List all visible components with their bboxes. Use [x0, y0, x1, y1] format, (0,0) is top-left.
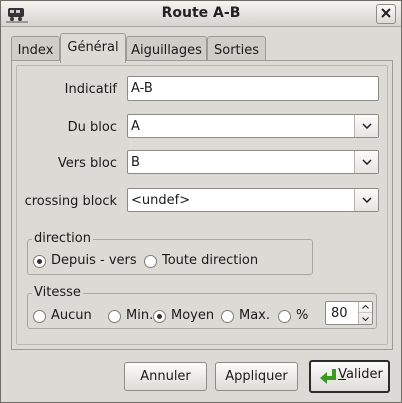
title-bar: Route A-B [1, 1, 401, 27]
spin-down-icon[interactable] [359, 313, 372, 324]
window-title: Route A-B [161, 5, 241, 21]
annuler-button[interactable]: Annuler [124, 362, 207, 391]
dialog-window: Route A-B Index Général Aiguillages Sort… [0, 0, 402, 403]
min-label: Min. [126, 308, 154, 323]
direction-group: direction Depuis - vers Toute direction [27, 231, 313, 275]
radio-min[interactable] [108, 310, 121, 323]
enter-arrow-icon [319, 367, 339, 385]
spin-buttons [358, 302, 372, 324]
du-bloc-label: Du bloc [67, 120, 117, 135]
vers-bloc-label: Vers bloc [57, 156, 117, 171]
tab-sorties[interactable]: Sorties [207, 36, 266, 61]
max-label: Max. [239, 308, 271, 323]
crossing-block-label: crossing block [24, 194, 117, 209]
vers-bloc-select[interactable]: B [127, 150, 379, 174]
depuis-vers-label: Depuis - vers [51, 253, 137, 268]
du-bloc-select[interactable]: A [127, 114, 379, 138]
chevron-down-icon[interactable] [354, 189, 378, 211]
indicatif-label: Indicatif [64, 82, 117, 97]
spin-up-icon[interactable] [359, 302, 372, 313]
du-bloc-value: A [131, 119, 140, 134]
percent-label: % [296, 308, 309, 323]
moyen-label: Moyen [171, 308, 215, 323]
close-icon [381, 7, 391, 22]
tab-index[interactable]: Index [11, 36, 60, 61]
indicatif-field[interactable]: A-B [127, 76, 379, 101]
valider-rest: alider [346, 367, 383, 382]
toute-direction-label: Toute direction [162, 253, 259, 268]
vitesse-group: Vitesse Aucun Min. Moyen Max. % 80 [27, 285, 377, 329]
valider-mnemonic: V [338, 367, 347, 382]
vers-bloc-value: B [131, 155, 140, 170]
valider-button[interactable]: Valider [309, 360, 390, 393]
direction-title: direction [32, 231, 93, 246]
percent-value: 80 [331, 306, 348, 321]
radio-moyen[interactable] [153, 310, 166, 323]
tab-general[interactable]: Général [60, 33, 126, 63]
radio-aucun[interactable] [33, 310, 46, 323]
aucun-label: Aucun [51, 308, 92, 323]
percent-spinbox[interactable]: 80 [325, 301, 373, 325]
radio-toute-direction[interactable] [144, 255, 157, 268]
radio-percent[interactable] [278, 310, 291, 323]
crossing-block-select[interactable]: <undef> [127, 188, 379, 212]
vitesse-title: Vitesse [32, 285, 83, 300]
close-button[interactable] [376, 4, 396, 24]
valider-label: Valider [338, 367, 383, 382]
radio-max[interactable] [221, 310, 234, 323]
appliquer-button[interactable]: Appliquer [215, 362, 298, 391]
crossing-block-value: <undef> [131, 193, 191, 208]
chevron-down-icon[interactable] [354, 115, 378, 137]
radio-depuis-vers[interactable] [33, 255, 46, 268]
chevron-down-icon[interactable] [354, 151, 378, 173]
tab-aiguillages[interactable]: Aiguillages [126, 36, 207, 61]
general-frame: Indicatif A-B Du bloc A Vers bloc B cros… [16, 65, 388, 345]
general-panel: Indicatif A-B Du bloc A Vers bloc B cros… [11, 60, 393, 350]
